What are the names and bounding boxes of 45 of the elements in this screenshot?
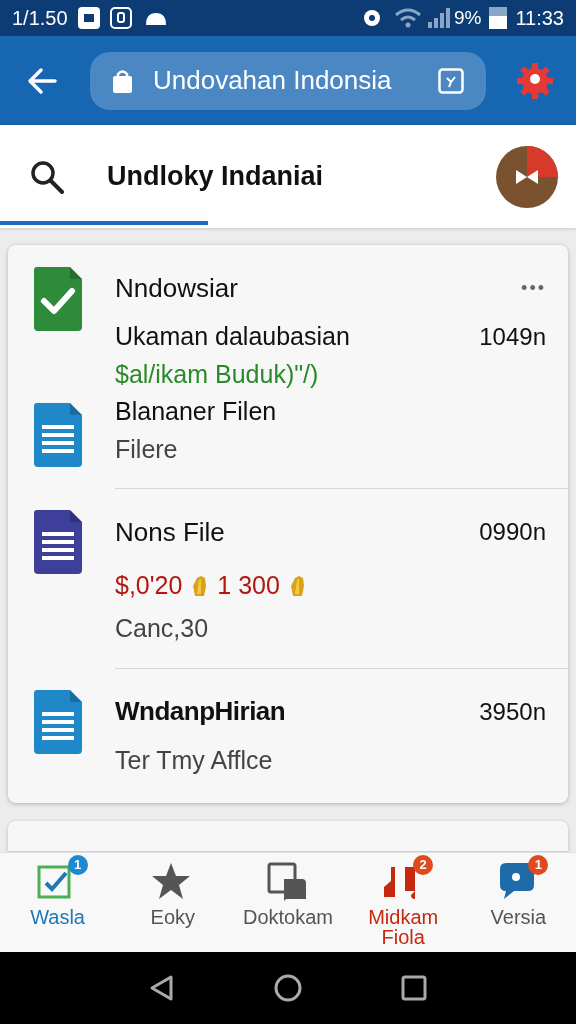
search-field[interactable]: Undovahan Indonsia <box>90 51 486 110</box>
battery-percent: 9% <box>453 5 482 30</box>
wifi-icon <box>393 7 422 29</box>
file-name: Blananer Filen <box>115 396 277 427</box>
home-icon[interactable] <box>274 974 302 1002</box>
nav-tab[interactable]: Doktokam <box>230 853 346 952</box>
settings-icon[interactable] <box>516 61 554 100</box>
search-icon[interactable] <box>30 159 64 194</box>
back-arrow-icon <box>25 66 59 95</box>
status-time: 11:33 <box>515 6 564 31</box>
file-name: Ukaman dalaubasian <box>115 321 350 352</box>
coin-icon <box>192 575 208 597</box>
bag-icon <box>112 68 133 93</box>
back-icon[interactable] <box>149 974 176 1002</box>
notification-icon <box>77 7 100 29</box>
file-size: 1049n <box>479 321 546 352</box>
scan-icon[interactable] <box>438 67 464 94</box>
file-meta: Canc,30 <box>115 613 209 644</box>
file-title: Nndowsiar <box>115 271 238 305</box>
file-title: WndanpHirian <box>115 695 286 728</box>
chat-icon <box>266 861 308 903</box>
notification-badge: 2 <box>413 855 434 875</box>
coin-icon <box>289 575 305 597</box>
signal-icon <box>427 8 450 28</box>
file-size: 0990n <box>479 517 546 547</box>
recents-icon[interactable] <box>400 975 427 1001</box>
price-text: $,0'20 <box>115 570 183 602</box>
nav-tab[interactable]: 1 Versia <box>460 853 576 952</box>
notification-badge: 1 <box>528 855 549 875</box>
status-text: 1/1.50 <box>12 6 68 31</box>
price-text: 1 300 <box>217 570 280 602</box>
battery-icon <box>489 7 508 29</box>
file-meta: Filere <box>115 433 178 465</box>
more-button[interactable]: ••• <box>521 274 546 302</box>
avatar-icon[interactable] <box>496 145 558 208</box>
notification-icon <box>109 7 132 29</box>
price-text: $al/ikam Buduk)"/) <box>115 358 319 390</box>
file-meta: Ter Tmy Afflce <box>115 744 273 776</box>
nav-tab[interactable]: 1 Wasla <box>0 853 116 952</box>
notification-badge: 1 <box>67 855 88 875</box>
nav-tab[interactable]: Eoky <box>115 853 231 952</box>
tab-title: Undloky Indaniai <box>107 160 325 194</box>
nav-tab[interactable]: 2 Midkam Fiola <box>345 853 461 952</box>
file-title: Nons File <box>115 515 225 549</box>
file-size: 3950n <box>479 696 546 727</box>
